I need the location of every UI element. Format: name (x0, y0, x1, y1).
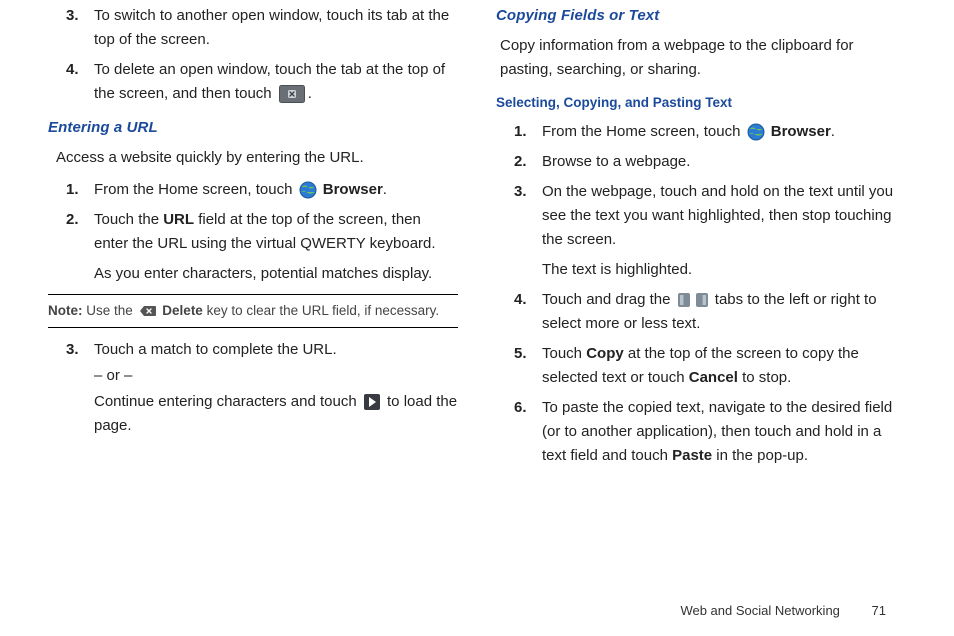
close-tab-icon (278, 85, 306, 103)
item-body: Touch a match to complete the URL. – or … (94, 338, 458, 438)
list-item: 5. Touch Copy at the top of the screen t… (496, 342, 906, 390)
heading-copying: Copying Fields or Text (496, 4, 906, 28)
list-item: 3. On the webpage, touch and hold on the… (496, 180, 906, 282)
item-body: To switch to another open window, touch … (94, 4, 458, 52)
item-tail: As you enter characters, potential match… (94, 262, 458, 286)
enter-url-list-a: 1. From the Home screen, touch Browser. (48, 178, 458, 286)
list-item: 4. To delete an open window, touch the t… (48, 58, 458, 106)
note-label: Note: (48, 303, 83, 318)
item-body: Touch and drag the tabs to the l (542, 288, 906, 336)
delete-key-icon (139, 302, 157, 320)
select-copy-list: 1. From the Home screen, touch Browser. (496, 120, 906, 468)
text: Touch a match to complete the URL. (94, 338, 458, 362)
list-item: 2. Browse to a webpage. (496, 150, 906, 174)
text: Touch (542, 345, 586, 362)
selection-end-handle-icon (695, 291, 709, 309)
browser-label: Browser (323, 181, 383, 198)
browser-label: Browser (771, 123, 831, 140)
heading-entering-url: Entering a URL (48, 116, 458, 140)
item-body: To paste the copied text, navigate to th… (542, 396, 906, 468)
list-item: 6. To paste the copied text, navigate to… (496, 396, 906, 468)
text: From the Home screen, touch (542, 123, 745, 140)
left-column: 3. To switch to another open window, tou… (48, 4, 458, 474)
enter-url-list-b: 3. Touch a match to complete the URL. – … (48, 338, 458, 438)
item-body: From the Home screen, touch Browser. (94, 178, 458, 202)
text: Touch and drag the (542, 291, 675, 308)
item-body: To delete an open window, touch the tab … (94, 58, 458, 106)
cancel-label: Cancel (689, 369, 738, 386)
item-number: 3. (48, 338, 94, 438)
footer-section: Web and Social Networking (680, 603, 839, 618)
text: . (383, 181, 387, 198)
lede-text: Copy information from a webpage to the c… (500, 34, 906, 82)
item-number: 2. (48, 208, 94, 286)
url-label: URL (163, 211, 194, 228)
note-box: Note: Use the Delete key to clear the UR… (48, 294, 458, 328)
item-body: Touch the URL field at the top of the sc… (94, 208, 458, 286)
item-number: 6. (496, 396, 542, 468)
text: in the pop-up. (712, 447, 808, 464)
list-item: 2. Touch the URL field at the top of the… (48, 208, 458, 286)
item-number: 1. (496, 120, 542, 144)
text: From the Home screen, touch (94, 181, 297, 198)
item-body: From the Home screen, touch Browser. (542, 120, 906, 144)
paste-label: Paste (672, 447, 712, 464)
or-divider: – or – (94, 364, 458, 388)
go-arrow-icon (363, 393, 381, 411)
item-number: 4. (48, 58, 94, 106)
list-item: 1. From the Home screen, touch Browser. (496, 120, 906, 144)
item-number: 5. (496, 342, 542, 390)
text: Use the (83, 303, 137, 318)
item-body: Browse to a webpage. (542, 150, 906, 174)
item-number: 4. (496, 288, 542, 336)
delete-label: Delete (162, 303, 203, 318)
text: Touch the (94, 211, 163, 228)
list-item: 3. To switch to another open window, tou… (48, 4, 458, 52)
item-body: On the webpage, touch and hold on the te… (542, 180, 906, 282)
manual-page: 3. To switch to another open window, tou… (0, 0, 954, 636)
text: . (831, 123, 835, 140)
item-number: 3. (496, 180, 542, 282)
item-number: 2. (496, 150, 542, 174)
browser-globe-icon (299, 181, 317, 199)
list-item: 3. Touch a match to complete the URL. – … (48, 338, 458, 438)
heading-selecting: Selecting, Copying, and Pasting Text (496, 92, 906, 114)
text: key to clear the URL field, if necessary… (203, 303, 439, 318)
item-number: 1. (48, 178, 94, 202)
page-footer: Web and Social Networking 71 (680, 601, 886, 622)
lede-text: Access a website quickly by entering the… (56, 146, 458, 170)
text: . (308, 85, 312, 102)
text: to stop. (738, 369, 791, 386)
list-item: 1. From the Home screen, touch Browser. (48, 178, 458, 202)
item-number: 3. (48, 4, 94, 52)
selection-start-handle-icon (677, 291, 691, 309)
pre-list: 3. To switch to another open window, tou… (48, 4, 458, 106)
item-body: Touch Copy at the top of the screen to c… (542, 342, 906, 390)
right-column: Copying Fields or Text Copy information … (496, 4, 906, 474)
footer-page-number: 71 (872, 601, 886, 622)
text: Continue entering characters and touch (94, 393, 361, 410)
browser-globe-icon (747, 123, 765, 141)
text: To delete an open window, touch the tab … (94, 61, 445, 102)
item-tail: The text is highlighted. (542, 258, 906, 282)
copy-label: Copy (586, 345, 624, 362)
text: On the webpage, touch and hold on the te… (542, 180, 906, 252)
list-item: 4. Touch and drag the (496, 288, 906, 336)
